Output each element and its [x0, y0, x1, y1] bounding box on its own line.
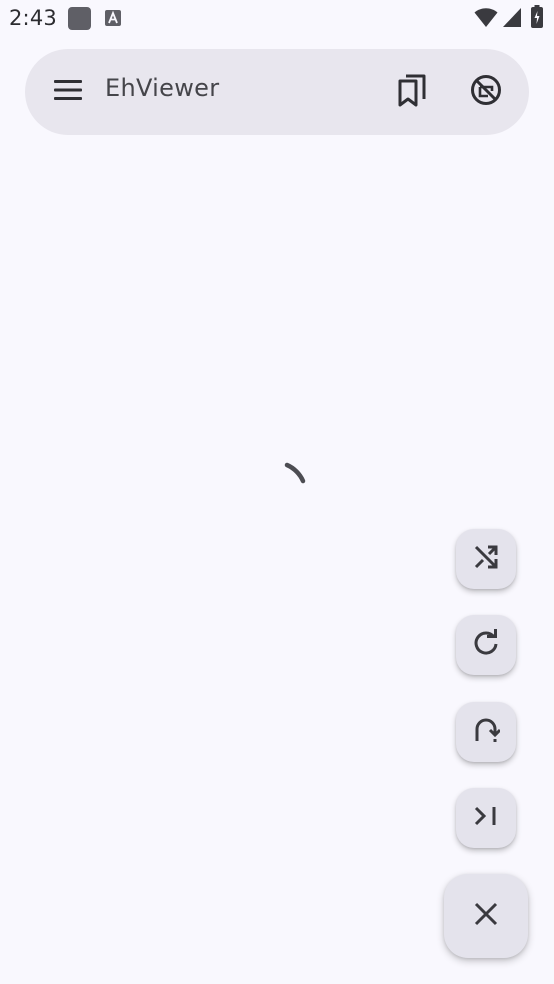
wifi-icon	[474, 8, 498, 32]
skip-to-last-button[interactable]	[456, 788, 516, 848]
cellular-signal-icon	[503, 8, 521, 31]
hamburger-menu-icon	[54, 79, 84, 105]
bookmarks-icon	[397, 73, 427, 111]
block-button[interactable]	[462, 68, 510, 116]
app-notification-icon	[68, 7, 91, 34]
close-button[interactable]	[444, 874, 528, 958]
a-letter-notification-icon	[105, 10, 121, 30]
block-icon	[470, 74, 502, 110]
refresh-icon	[472, 628, 500, 661]
go-to-button[interactable]	[456, 702, 516, 762]
go-to-icon	[472, 716, 502, 748]
close-icon	[472, 900, 500, 932]
bookmarks-button[interactable]	[388, 68, 436, 116]
search-bar[interactable]: EhViewer	[25, 49, 529, 135]
skip-to-last-icon	[472, 802, 500, 834]
status-bar: 2:43	[0, 0, 554, 38]
status-time: 2:43	[9, 6, 57, 30]
shuffle-icon	[472, 543, 500, 575]
refresh-button[interactable]	[456, 615, 516, 675]
battery-icon	[531, 5, 543, 32]
shuffle-button[interactable]	[456, 529, 516, 589]
app-title[interactable]: EhViewer	[105, 74, 219, 102]
navigation-menu-button[interactable]	[45, 68, 93, 116]
loading-spinner	[272, 460, 312, 500]
